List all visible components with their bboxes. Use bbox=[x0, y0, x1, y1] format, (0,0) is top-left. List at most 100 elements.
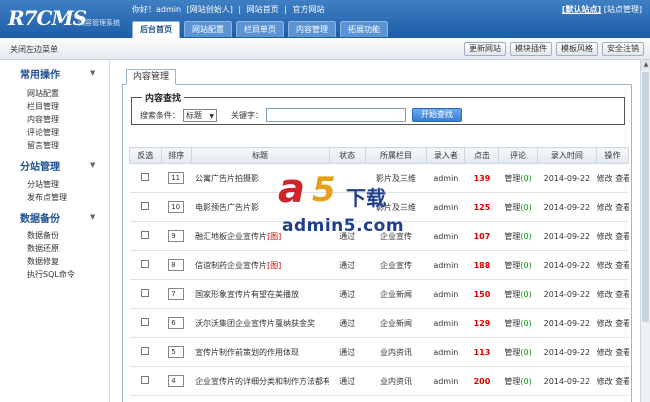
modules-plugins-button[interactable]: 模块插件 bbox=[510, 42, 552, 56]
row-actions[interactable]: 修改 查看 bbox=[596, 308, 629, 338]
chevron-down-icon[interactable]: ▼ bbox=[90, 213, 95, 221]
start-search-button[interactable]: 开始查找 bbox=[412, 108, 462, 122]
row-date: 2014-09-22 bbox=[537, 192, 597, 222]
row-title-link[interactable]: 电影预告广告片影 bbox=[195, 203, 259, 212]
welcome-role: [网站创始人] bbox=[186, 5, 233, 14]
row-checkbox[interactable] bbox=[141, 260, 150, 268]
row-title-link[interactable]: 公寓广告片拍摄影 bbox=[195, 174, 259, 183]
table-row: 5 宣传片制作前策划的作用体现 通过 业内资讯 admin 113 管理(0) 2014-09… bbox=[129, 337, 629, 367]
row-checkbox[interactable] bbox=[141, 289, 150, 297]
row-column: 企业新闻 bbox=[365, 308, 427, 338]
row-checkbox[interactable] bbox=[141, 347, 150, 355]
sidebar-item-run-sql[interactable]: 执行SQL命令 bbox=[27, 269, 75, 280]
row-sort-cell: 7 bbox=[161, 279, 192, 309]
main-nav: 后台首页 网站配置 栏目单页 内容管理 拓展功能 bbox=[132, 21, 392, 38]
row-sort-cell: 10 bbox=[161, 192, 192, 222]
comment-manage-link[interactable]: 管理 bbox=[504, 232, 520, 241]
sidebar-item-content-manage[interactable]: 内容管理 bbox=[27, 114, 59, 125]
row-actions[interactable]: 修改 查看 bbox=[596, 279, 629, 309]
sort-input[interactable]: 4 bbox=[168, 375, 185, 387]
template-style-button[interactable]: 模板风格 bbox=[556, 42, 598, 56]
sort-input[interactable]: 7 bbox=[168, 288, 185, 300]
row-actions[interactable]: 修改 查看 bbox=[596, 163, 629, 193]
panel-tab-content-manage[interactable]: 内容管理 bbox=[126, 69, 177, 85]
update-site-button[interactable]: 更新网站 bbox=[464, 42, 506, 56]
sort-input[interactable]: 8 bbox=[168, 259, 185, 271]
toolbar: 关闭左边菜单 更新网站 模块插件 模板风格 安全注销 bbox=[0, 38, 650, 60]
sort-input[interactable]: 10 bbox=[168, 201, 185, 213]
sidebar-item-message-manage[interactable]: 留言管理 bbox=[27, 140, 59, 151]
comment-manage-link[interactable]: 管理 bbox=[504, 377, 520, 386]
row-actions[interactable]: 修改 查看 bbox=[596, 221, 629, 251]
site-manage-link[interactable]: [站点管理] bbox=[604, 5, 642, 14]
comment-manage-link[interactable]: 管理 bbox=[504, 174, 520, 183]
comment-manage-link[interactable]: 管理 bbox=[504, 203, 520, 212]
sidebar-item-data-repair[interactable]: 数据修复 bbox=[27, 256, 59, 267]
row-checkbox[interactable] bbox=[141, 318, 150, 326]
row-title-link[interactable]: 信谊制药企业宣传片 bbox=[195, 261, 267, 270]
sidebar-group-title[interactable]: 分站管理 bbox=[20, 158, 60, 173]
page-scrollbar[interactable]: ▲ bbox=[640, 60, 650, 402]
keyword-input[interactable] bbox=[266, 108, 406, 122]
sort-input[interactable]: 9 bbox=[168, 230, 185, 242]
chevron-down-icon[interactable]: ▼ bbox=[90, 69, 95, 77]
app-logo[interactable]: R7CMS bbox=[8, 6, 87, 30]
row-checkbox-cell bbox=[129, 308, 162, 338]
tab-extensions[interactable]: 拓展功能 bbox=[340, 21, 388, 37]
sidebar-item-data-restore[interactable]: 数据还原 bbox=[27, 243, 59, 254]
sidebar-item-column-manage[interactable]: 栏目管理 bbox=[27, 101, 59, 112]
row-actions[interactable]: 修改 查看 bbox=[596, 192, 629, 222]
comment-manage-link[interactable]: 管理 bbox=[504, 319, 520, 328]
sidebar-item-publish-point-manage[interactable]: 发布点管理 bbox=[27, 192, 67, 203]
row-checkbox[interactable] bbox=[141, 173, 150, 181]
row-title-link[interactable]: 沃尔沃集团企业宣传片戛纳获金奖 bbox=[195, 319, 315, 328]
row-checkbox[interactable] bbox=[141, 376, 150, 384]
row-column: 业内资讯 bbox=[365, 337, 427, 367]
sidebar-item-data-backup[interactable]: 数据备份 bbox=[27, 230, 59, 241]
row-comments-cell: 管理(0) bbox=[498, 366, 538, 396]
sidebar-item-substation-manage[interactable]: 分站管理 bbox=[27, 179, 59, 190]
row-actions[interactable]: 修改 查看 bbox=[596, 250, 629, 280]
chevron-down-icon[interactable]: ▼ bbox=[90, 161, 95, 169]
row-checkbox-cell bbox=[129, 163, 162, 193]
site-home-link[interactable]: 网站首页 bbox=[247, 5, 279, 14]
row-checkbox[interactable] bbox=[141, 231, 150, 239]
sort-input[interactable]: 11 bbox=[168, 172, 185, 184]
search-condition-select[interactable]: 标题 ▼ bbox=[183, 108, 217, 122]
row-actions[interactable]: 修改 查看 bbox=[596, 366, 629, 396]
row-checkbox[interactable] bbox=[141, 202, 150, 210]
comment-manage-link[interactable]: 管理 bbox=[504, 261, 520, 270]
row-title-link[interactable]: 国家形象宣传片有望在美播放 bbox=[195, 290, 299, 299]
default-site-link[interactable]: [默认站点] bbox=[562, 5, 601, 14]
header-actions: 操作 bbox=[596, 147, 629, 164]
close-left-menu-link[interactable]: 关闭左边菜单 bbox=[10, 44, 58, 55]
sidebar-group-title[interactable]: 数据备份 bbox=[20, 210, 60, 225]
row-checkbox-cell bbox=[129, 192, 162, 222]
row-title-link[interactable]: 企业宣传片的详细分类和制作方法都有 bbox=[195, 377, 329, 386]
scroll-thumb[interactable] bbox=[642, 72, 649, 322]
row-actions[interactable]: 修改 查看 bbox=[596, 337, 629, 367]
scroll-up-icon[interactable]: ▲ bbox=[641, 60, 650, 70]
row-column: 业内资讯 bbox=[365, 366, 427, 396]
sidebar-item-site-config[interactable]: 网站配置 bbox=[27, 88, 59, 99]
sort-input[interactable]: 6 bbox=[168, 317, 185, 329]
row-hits: 129 bbox=[464, 308, 499, 338]
comment-count: (0) bbox=[520, 231, 532, 241]
sidebar-group-title[interactable]: 常用操作 bbox=[20, 66, 60, 81]
official-site-link[interactable]: 官方网站 bbox=[292, 5, 324, 14]
tab-column-pages[interactable]: 栏目单页 bbox=[236, 21, 284, 37]
search-condition-label: 搜索条件： bbox=[140, 110, 180, 120]
header-invert-select[interactable]: 反选 bbox=[129, 147, 162, 164]
row-title-link[interactable]: 宣传片制作前策划的作用体现 bbox=[195, 348, 299, 357]
comment-manage-link[interactable]: 管理 bbox=[504, 348, 520, 357]
row-title-link[interactable]: 融汇地板企业宣传片 bbox=[195, 232, 267, 241]
tab-content-manage[interactable]: 内容管理 bbox=[288, 21, 336, 37]
tab-admin-home[interactable]: 后台首页 bbox=[132, 21, 180, 38]
comment-manage-link[interactable]: 管理 bbox=[504, 290, 520, 299]
welcome-user: 你好！admin bbox=[132, 5, 182, 14]
logout-button[interactable]: 安全注销 bbox=[602, 42, 644, 56]
tab-site-config[interactable]: 网站配置 bbox=[184, 21, 232, 37]
search-row: 搜索条件： 标题 ▼ 关键字： 开始查找 bbox=[140, 108, 462, 122]
sort-input[interactable]: 5 bbox=[168, 346, 185, 358]
sidebar-item-comment-manage[interactable]: 评论管理 bbox=[27, 127, 59, 138]
